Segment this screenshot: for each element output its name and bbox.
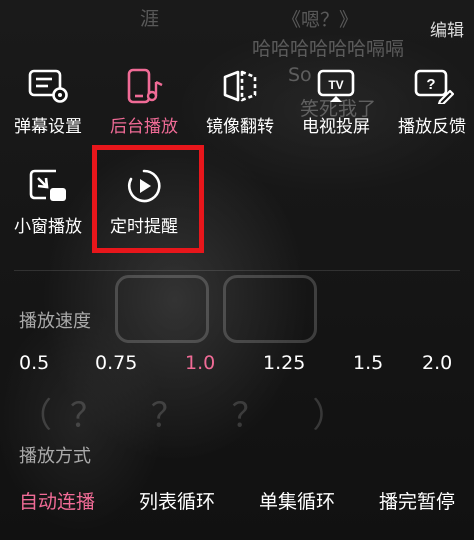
function-label: 电视投屏 [302,117,370,137]
section-divider [14,270,460,271]
svg-text:TV: TV [328,78,343,92]
speed-option[interactable]: 1.5 [353,352,383,374]
mini-window-button[interactable]: 小窗播放 [0,168,96,237]
speed-option[interactable]: 2.0 [422,352,452,374]
mirror-flip-button[interactable]: 镜像翻转 [192,68,288,137]
function-label: 后台播放 [110,117,178,137]
edit-button[interactable]: 编辑 [430,16,464,41]
danmaku-text: （？ ？ ？ ） [18,396,365,436]
feedback-icon: ? [414,69,454,104]
playmode-option[interactable]: 列表循环 [139,487,215,514]
speed-option[interactable]: 0.75 [95,352,137,374]
playmode-option-selected[interactable]: 自动连播 [19,487,95,514]
danmaku-settings-icon [28,69,68,103]
tv-cast-button[interactable]: TV 电视投屏 [288,68,384,137]
tv-cast-icon: TV [317,69,355,102]
danmaku-text: 《嗯？》 [282,9,359,31]
speed-option[interactable]: 1.25 [263,352,305,374]
function-label: 小窗播放 [14,217,82,237]
video-glasses-shape [115,275,317,345]
highlight-box [92,145,204,253]
function-label: 弹幕设置 [14,117,82,137]
speed-option-selected[interactable]: 1.0 [185,352,215,374]
background-play-button[interactable]: 后台播放 [96,68,192,137]
svg-text:?: ? [426,76,435,93]
function-label: 播放反馈 [398,117,466,137]
danmaku-text: 哈哈哈哈哈哈嗝嗝 [252,38,405,60]
mini-window-icon [29,169,66,201]
playmode-option[interactable]: 播完暂停 [379,487,455,514]
danmaku-settings-button[interactable]: 弹幕设置 [0,68,96,137]
danmaku-text: 涯 [140,8,160,30]
speed-section-title: 播放速度 [19,311,91,332]
playmode-option[interactable]: 单集循环 [259,487,335,514]
feedback-button[interactable]: ? 播放反馈 [384,68,474,137]
background-play-icon [127,68,163,104]
mirror-flip-icon [223,70,257,102]
playmode-section-title: 播放方式 [19,446,91,467]
speed-option[interactable]: 0.5 [19,352,49,374]
function-label: 镜像翻转 [206,117,274,137]
